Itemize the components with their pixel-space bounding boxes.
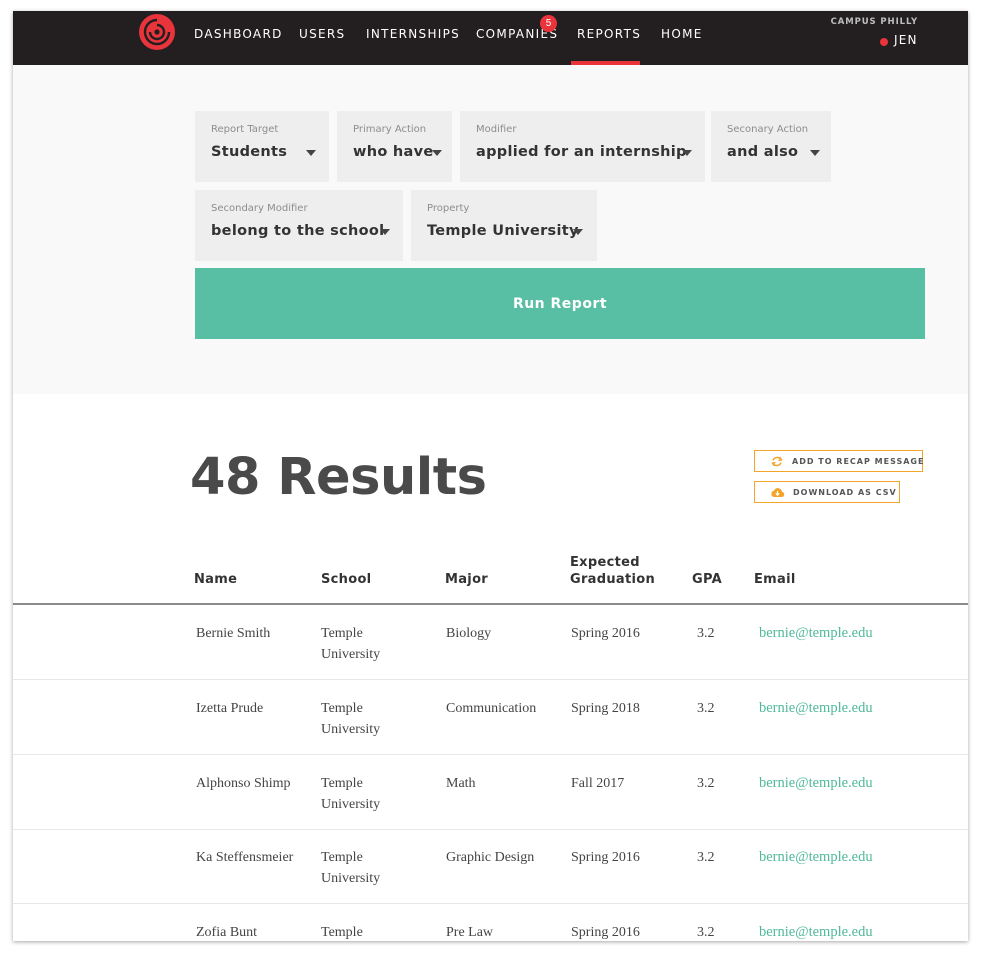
cell-major: Biology [446, 626, 492, 641]
cell-email-link[interactable]: bernie@temple.edu [759, 698, 873, 719]
download-csv-label: DOWNLOAD AS CSV [793, 488, 897, 497]
nav-users[interactable]: USERS [299, 27, 345, 41]
companies-badge: 5 [540, 15, 557, 32]
column-header-email[interactable]: Email [754, 572, 796, 587]
cell-email-link[interactable]: bernie@temple.edu [759, 922, 873, 941]
cell-school-line1: Temple [321, 776, 363, 791]
add-to-recap-label: ADD TO RECAP MESSAGE [792, 457, 925, 466]
cell-school-line1: Temple [321, 925, 363, 940]
table-row[interactable]: Bernie Smith Temple University Biology Sp… [13, 605, 968, 680]
report-target-value: Students [211, 144, 288, 160]
cell-major: Graphic Design [446, 850, 535, 865]
cell-school: Temple University [321, 773, 380, 815]
cell-school: Temple [321, 922, 363, 941]
cell-gpa: 3.2 [697, 776, 715, 791]
cell-gpa: 3.2 [697, 850, 715, 865]
nav-dashboard[interactable]: DASHBOARD [194, 27, 283, 41]
app-window: DASHBOARD USERS INTERNSHIPS COMPANIES 5 … [13, 11, 968, 941]
report-builder: Report Target Students Primary Action wh… [13, 65, 968, 394]
cell-school-line2: University [321, 647, 381, 662]
chevron-down-icon [573, 229, 583, 235]
user-menu[interactable]: JEN [894, 33, 918, 47]
chevron-down-icon [306, 150, 316, 156]
primary-action-label: Primary Action [353, 124, 427, 135]
cell-school-line2: University [321, 871, 381, 886]
cell-name: Bernie Smith [196, 626, 271, 641]
cell-school-line1: Temple [321, 626, 363, 641]
column-header-graduation-line1[interactable]: Expected [570, 555, 640, 570]
property-label: Property [427, 203, 470, 214]
primary-action-select[interactable]: Primary Action who have [337, 111, 452, 182]
cell-school-line2: University [321, 722, 381, 737]
nav-home[interactable]: HOME [661, 27, 703, 41]
cell-name: Zofia Bunt [196, 925, 258, 940]
column-header-graduation-line2[interactable]: Graduation [570, 572, 655, 587]
cloud-download-icon [771, 488, 785, 497]
nav-internships[interactable]: INTERNSHIPS [366, 27, 460, 41]
chevron-down-icon [432, 150, 442, 156]
modifier-value: applied for an internship [476, 144, 687, 160]
cell-name: Alphonso Shimp [196, 776, 291, 791]
primary-action-value: who have [353, 144, 434, 160]
column-header-major[interactable]: Major [445, 572, 488, 587]
cell-email-link[interactable]: bernie@temple.edu [759, 847, 873, 868]
cell-school: Temple University [321, 847, 380, 889]
cell-major: Math [446, 776, 476, 791]
modifier-label: Modifier [476, 124, 517, 135]
cell-school-line1: Temple [321, 701, 363, 716]
cell-email-link[interactable]: bernie@temple.edu [759, 623, 873, 644]
cell-name: Izetta Prude [196, 701, 264, 716]
cell-gpa: 3.2 [697, 925, 715, 940]
refresh-icon [771, 456, 783, 467]
cell-graduation: Spring 2016 [571, 626, 640, 641]
cell-school-line2: University [321, 797, 381, 812]
cell-gpa: 3.2 [697, 626, 715, 641]
download-csv-button[interactable]: DOWNLOAD AS CSV [754, 481, 900, 503]
cell-school: Temple University [321, 698, 380, 740]
chevron-down-icon [682, 150, 692, 156]
cell-school-line1: Temple [321, 850, 363, 865]
property-select[interactable]: Property Temple University [411, 190, 597, 261]
user-status-dot [880, 38, 888, 46]
table-row[interactable]: Zofia Bunt Temple Pre Law Spring 2016 3.… [13, 904, 968, 941]
report-target-select[interactable]: Report Target Students [195, 111, 329, 182]
secondary-action-select[interactable]: Seconary Action and also [711, 111, 831, 182]
secondary-modifier-label: Secondary Modifier [211, 203, 308, 214]
nav-reports[interactable]: REPORTS [577, 27, 641, 41]
table-row[interactable]: Ka Steffensmeier Temple University Graphi… [13, 829, 968, 904]
cell-email-link[interactable]: bernie@temple.edu [759, 773, 873, 794]
modifier-select[interactable]: Modifier applied for an internship [460, 111, 705, 182]
cell-name: Ka Steffensmeier [196, 850, 294, 865]
top-nav: DASHBOARD USERS INTERNSHIPS COMPANIES 5 … [13, 11, 968, 65]
cell-graduation: Spring 2016 [571, 925, 640, 940]
column-header-name[interactable]: Name [194, 572, 237, 587]
org-name: CAMPUS PHILLY [830, 17, 918, 27]
cell-graduation: Spring 2018 [571, 701, 640, 716]
cell-graduation: Spring 2016 [571, 850, 640, 865]
secondary-modifier-select[interactable]: Secondary Modifier belong to the school [195, 190, 403, 261]
cell-gpa: 3.2 [697, 701, 715, 716]
chevron-down-icon [380, 229, 390, 235]
secondary-action-value: and also [727, 144, 799, 160]
table-row[interactable]: Alphonso Shimp Temple University Math Fal… [13, 755, 968, 830]
property-value: Temple University [427, 223, 579, 239]
table-row[interactable]: Izetta Prude Temple University Communicat… [13, 680, 968, 755]
chevron-down-icon [810, 150, 820, 156]
run-report-button[interactable]: Run Report [195, 268, 925, 339]
secondary-modifier-value: belong to the school [211, 223, 385, 239]
cell-school: Temple University [321, 623, 380, 665]
campus-philly-logo-icon[interactable] [138, 13, 176, 51]
column-header-school[interactable]: School [321, 572, 371, 587]
report-target-label: Report Target [211, 124, 279, 135]
cell-major: Communication [446, 701, 537, 716]
add-to-recap-button[interactable]: ADD TO RECAP MESSAGE [754, 450, 923, 472]
cell-graduation: Fall 2017 [571, 776, 625, 791]
column-header-gpa[interactable]: GPA [692, 572, 722, 587]
cell-major: Pre Law [446, 925, 494, 940]
secondary-action-label: Seconary Action [727, 124, 809, 135]
results-count-title: 48 Results [190, 448, 487, 507]
